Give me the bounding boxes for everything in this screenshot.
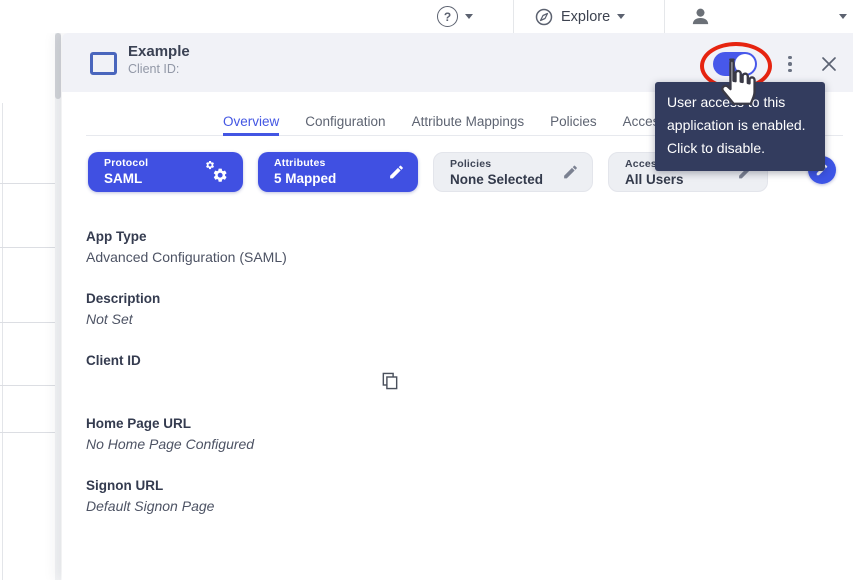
application-title: Example — [128, 43, 190, 60]
explore-label: Explore — [561, 9, 610, 25]
background-table-edge — [2, 103, 3, 580]
background-row-divider — [0, 183, 56, 184]
help-menu-button[interactable]: ? — [437, 0, 473, 33]
close-icon — [821, 56, 837, 72]
more-options-button[interactable] — [781, 52, 799, 76]
divider — [513, 0, 514, 33]
background-row-divider — [0, 432, 56, 433]
chevron-down-icon[interactable] — [839, 14, 847, 19]
compass-icon — [534, 7, 554, 27]
background-row-divider — [0, 247, 56, 248]
protocol-card[interactable]: Protocol SAML — [88, 152, 243, 192]
divider — [664, 0, 665, 33]
scrollbar-thumb[interactable] — [55, 33, 61, 99]
client-id-subtitle: Client ID: — [128, 62, 179, 76]
background-row-divider — [0, 322, 56, 323]
tab-policies[interactable]: Policies — [550, 108, 597, 135]
attributes-card[interactable]: Attributes 5 Mapped — [258, 152, 418, 192]
toggle-tooltip: User access to this application is enabl… — [655, 82, 825, 171]
pencil-icon — [562, 164, 579, 181]
field-description: Description Not Set — [86, 291, 506, 327]
toggle-knob — [735, 54, 755, 74]
policies-card[interactable]: Policies None Selected — [433, 152, 593, 192]
chevron-down-icon — [465, 14, 473, 19]
tab-configuration[interactable]: Configuration — [305, 108, 385, 135]
explore-menu-button[interactable]: Explore — [534, 0, 625, 33]
pencil-icon — [388, 164, 405, 181]
help-icon: ? — [437, 6, 458, 27]
close-panel-button[interactable] — [817, 52, 841, 76]
field-home-page-url: Home Page URL No Home Page Configured — [86, 416, 506, 452]
user-menu-button[interactable] — [689, 0, 712, 33]
background-row-divider — [0, 385, 56, 386]
user-access-toggle[interactable] — [713, 52, 757, 76]
field-app-type: App Type Advanced Configuration (SAML) — [86, 229, 506, 265]
user-icon — [689, 5, 712, 28]
copy-icon — [382, 372, 398, 390]
copy-client-id-button[interactable] — [382, 372, 398, 395]
tab-attribute-mappings[interactable]: Attribute Mappings — [412, 108, 525, 135]
application-icon — [90, 52, 117, 75]
field-signon-url: Signon URL Default Signon Page — [86, 478, 506, 514]
field-client-id: Client ID — [86, 353, 506, 373]
tab-overview[interactable]: Overview — [223, 108, 279, 135]
scrollbar-track — [55, 33, 61, 580]
screen: ? Explore Example — [0, 0, 853, 580]
chevron-down-icon — [617, 14, 625, 19]
application-detail-panel: Example Client ID: User access to this a… — [62, 33, 853, 580]
gears-icon — [204, 160, 230, 184]
top-navigation-bar: ? Explore — [0, 0, 853, 33]
